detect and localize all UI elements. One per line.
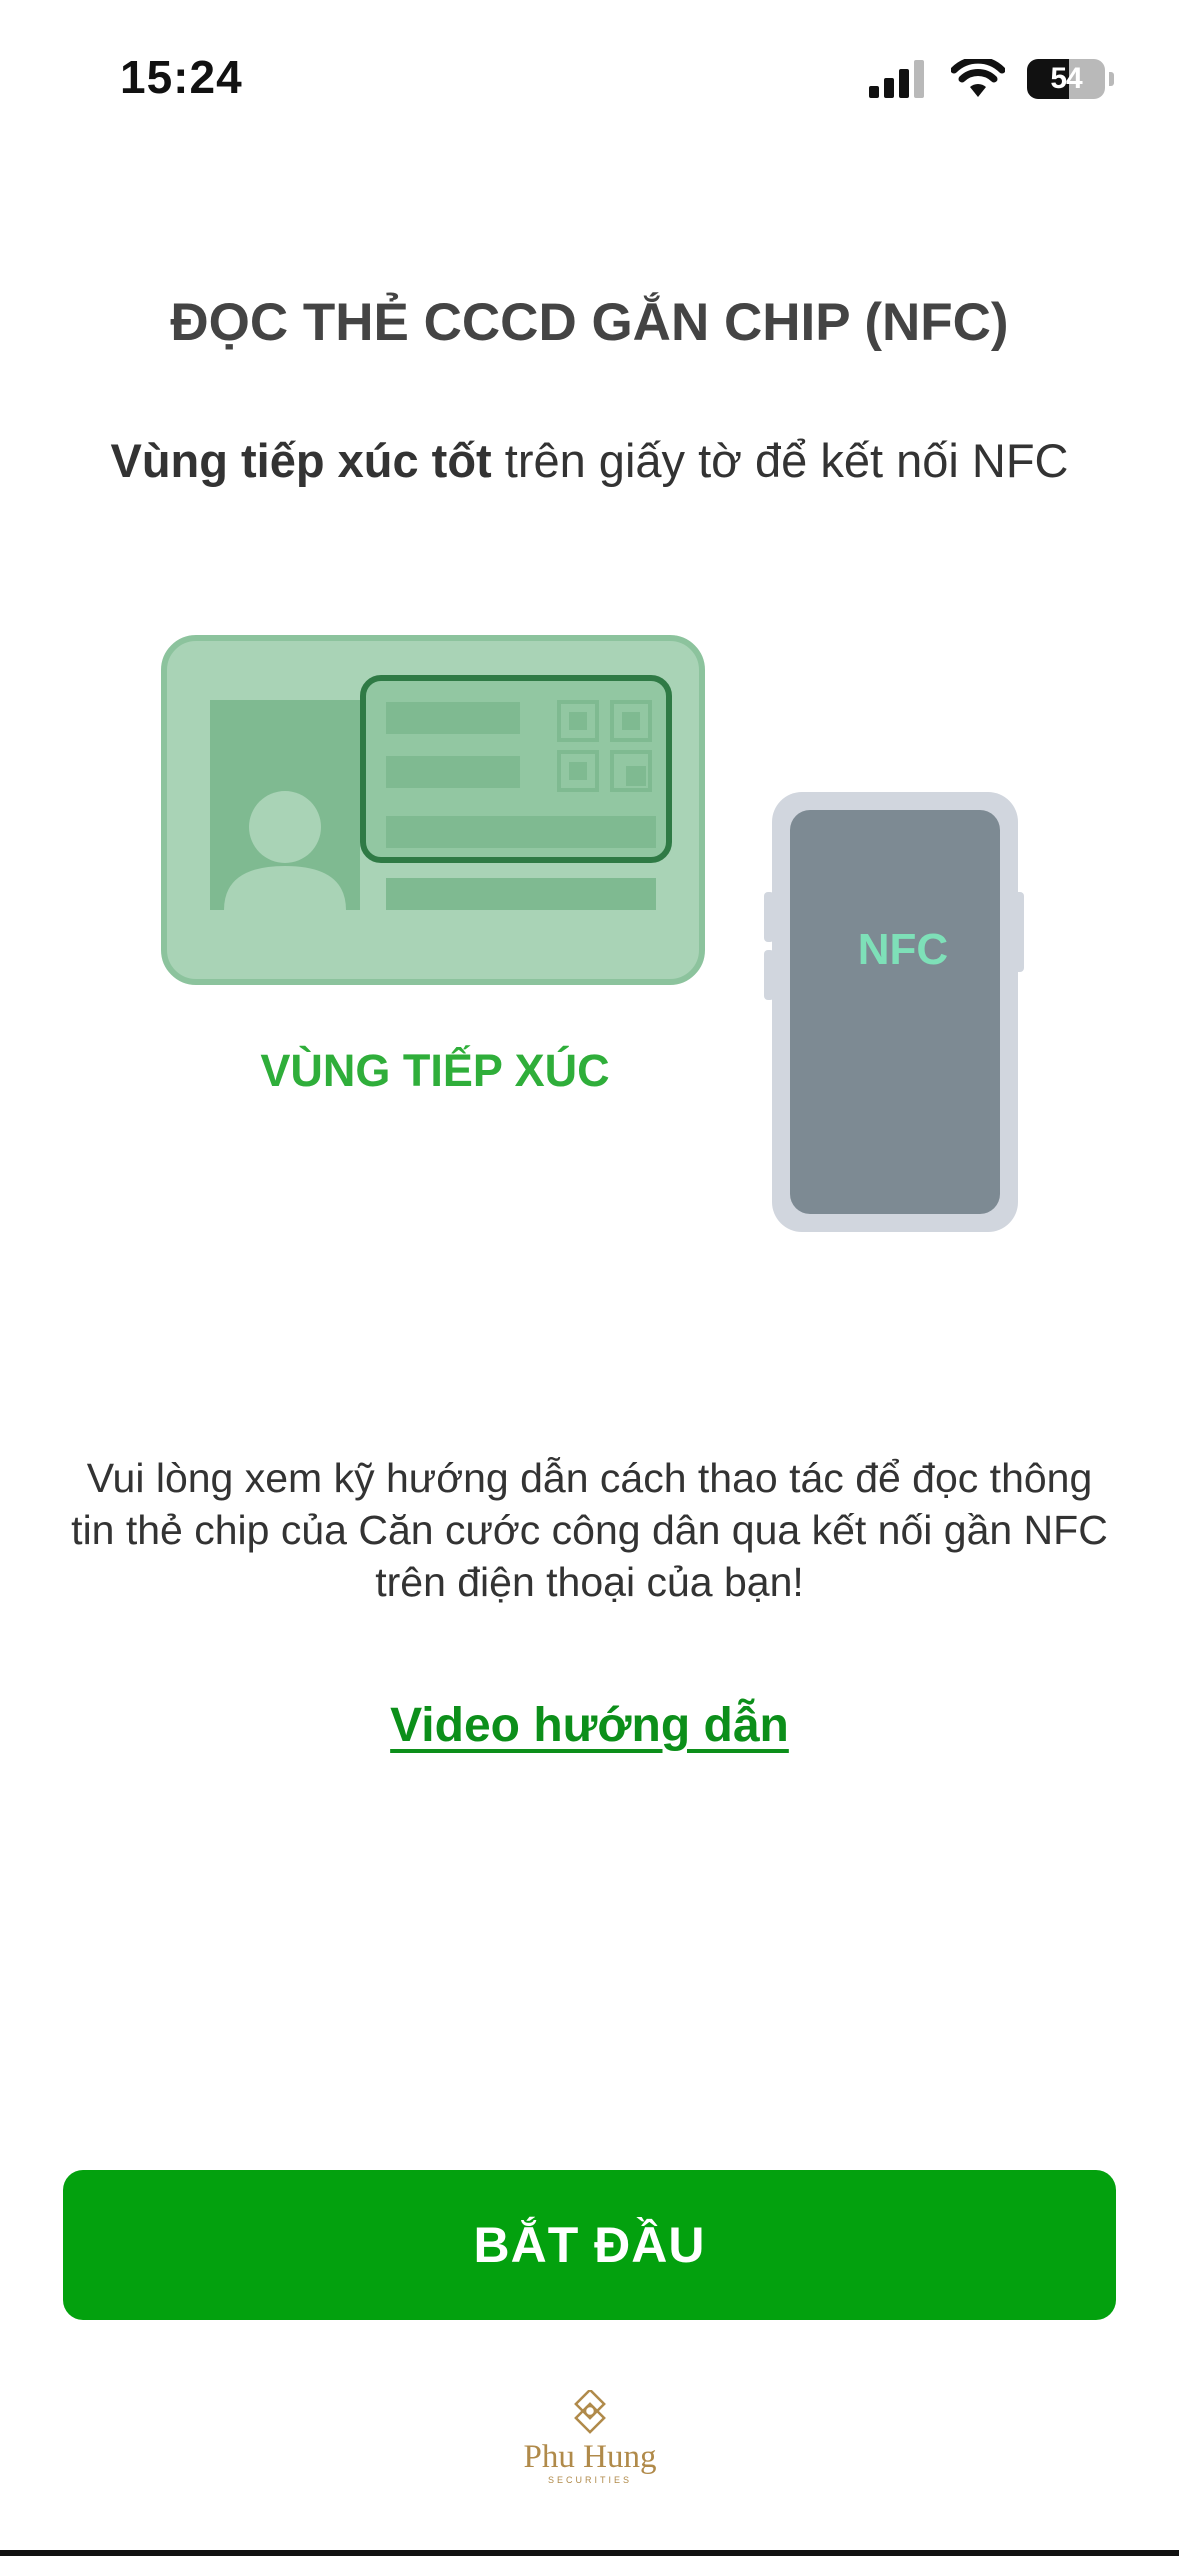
id-card-illustration xyxy=(161,635,705,985)
page-subtitle: Vùng tiếp xúc tốt trên giấy tờ để kết nố… xyxy=(0,433,1179,488)
status-time: 15:24 xyxy=(120,51,243,103)
phone-illustration: NFC xyxy=(764,792,1024,1232)
battery-icon: 54 xyxy=(1027,59,1114,99)
cellular-signal-icon xyxy=(869,60,924,98)
brand-logo: Phu Hung SECURITIES xyxy=(505,2388,675,2485)
wifi-icon xyxy=(951,59,1005,97)
bottom-edge xyxy=(0,2550,1179,2556)
status-icons: 54 xyxy=(869,54,1114,104)
subtitle-text: trên giấy tờ để kết nối NFC xyxy=(491,434,1069,487)
page-title: ĐỌC THẺ CCCD GẮN CHIP (NFC) xyxy=(170,293,1009,352)
brand-name: Phu Hung xyxy=(523,2439,657,2475)
start-button[interactable]: BẮT ĐẦU xyxy=(63,2170,1116,2320)
brand-subtitle: SECURITIES xyxy=(547,2475,632,2485)
video-guide-link[interactable]: Video hướng dẫn xyxy=(0,1698,1179,1753)
phone-nfc-label: NFC xyxy=(858,925,948,974)
brand-emblem-icon xyxy=(574,2388,606,2434)
battery-level: 54 xyxy=(1050,62,1082,95)
instruction-text: Vui lòng xem kỹ hướng dẫn cách thao tác … xyxy=(71,1455,1108,1605)
subtitle-emphasis: Vùng tiếp xúc tốt xyxy=(110,434,492,487)
contact-area-label: VÙNG TIẾP XÚC xyxy=(260,1045,610,1096)
